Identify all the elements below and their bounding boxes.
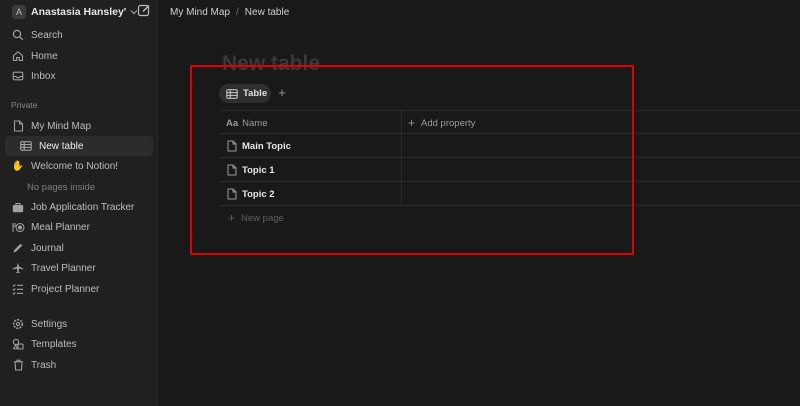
workspace-name: Anastasia Hansley'... [31, 6, 126, 18]
sidebar-item-label: Search [31, 29, 63, 41]
sidebar-item-journal[interactable]: Journal [5, 238, 153, 258]
breadcrumb-parent[interactable]: My Mind Map [170, 7, 230, 18]
sidebar-item-label: Templates [31, 338, 77, 350]
sidebar-item-travel-planner[interactable]: Travel Planner [5, 258, 153, 278]
gear-icon [11, 317, 25, 331]
sidebar-item-inbox[interactable]: Inbox [5, 66, 153, 86]
airplane-icon [11, 261, 25, 275]
sidebar-item-trash[interactable]: Trash [5, 355, 153, 375]
search-icon [11, 28, 25, 42]
workspace-avatar: A [12, 5, 26, 19]
shapes-icon [11, 337, 25, 351]
sidebar-item-label: Meal Planner [31, 221, 90, 233]
workspace-switcher[interactable]: A Anastasia Hansley'... [6, 2, 154, 22]
section-label-private[interactable]: Private [11, 100, 37, 110]
sidebar-item-search[interactable]: Search [5, 25, 153, 45]
pencil-icon [11, 241, 25, 255]
sidebar-item-label: Travel Planner [31, 262, 96, 274]
briefcase-icon [11, 200, 25, 214]
breadcrumb-current[interactable]: New table [245, 7, 289, 18]
sidebar-item-label: New table [39, 140, 84, 152]
sidebar-item-label: Welcome to Notion! [31, 160, 119, 172]
highlight-box [190, 65, 634, 255]
breadcrumb-separator: / [236, 6, 239, 18]
plate-icon [11, 220, 25, 234]
home-icon [11, 49, 25, 63]
sidebar-item-label: Inbox [31, 70, 56, 82]
sidebar-item-label: Project Planner [31, 283, 100, 295]
sidebar-item-welcome[interactable]: ✋ Welcome to Notion! [5, 156, 153, 176]
sidebar-item-label: Settings [31, 318, 68, 330]
sidebar-item-label: Trash [31, 359, 57, 371]
sidebar: A Anastasia Hansley'... Search Home Inbo… [0, 0, 158, 406]
inbox-icon [11, 69, 25, 83]
new-page-icon[interactable] [137, 3, 151, 17]
sidebar-item-new-table[interactable]: New table [5, 136, 153, 156]
waving-hand-icon: ✋ [11, 160, 25, 172]
breadcrumb: My Mind Map / New table [170, 5, 289, 19]
page-icon [11, 119, 25, 133]
sidebar-item-templates[interactable]: Templates [5, 334, 153, 354]
no-pages-inside-text: No pages inside [27, 182, 96, 193]
sidebar-item-label: Home [31, 50, 58, 62]
sidebar-item-label: Job Application Tracker [31, 201, 135, 213]
sidebar-item-meal-planner[interactable]: Meal Planner [5, 217, 153, 237]
sidebar-item-project-planner[interactable]: Project Planner [5, 279, 153, 299]
sidebar-item-my-mind-map[interactable]: My Mind Map [5, 116, 153, 136]
sidebar-item-job-application-tracker[interactable]: Job Application Tracker [5, 197, 153, 217]
sidebar-item-settings[interactable]: Settings [5, 314, 153, 334]
trash-icon [11, 358, 25, 372]
sidebar-item-home[interactable]: Home [5, 46, 153, 66]
table-icon [19, 139, 33, 153]
checklist-icon [11, 282, 25, 296]
sidebar-item-label: My Mind Map [31, 120, 92, 132]
sidebar-item-label: Journal [31, 242, 64, 254]
